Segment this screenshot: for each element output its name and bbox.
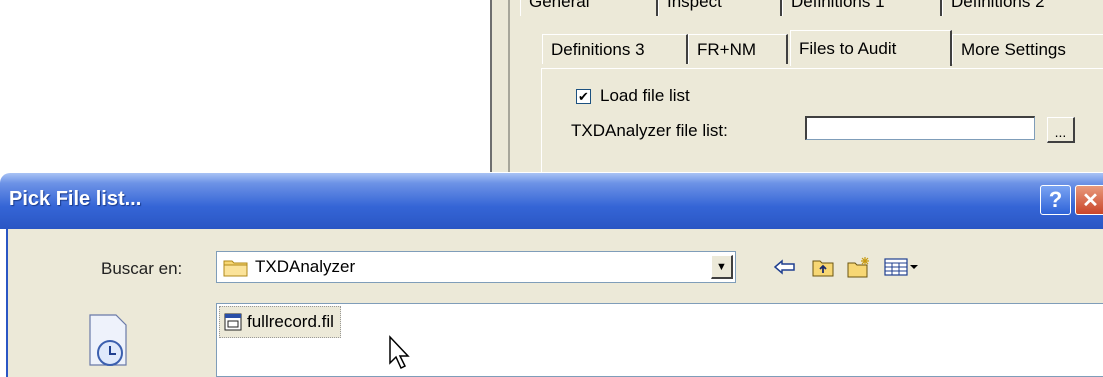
tab-definitions-1-label: Definitions 1: [791, 0, 885, 11]
chevron-down-icon[interactable]: ▼: [711, 255, 733, 279]
dialog-titlebar[interactable]: Pick File list... ? ✕: [0, 173, 1103, 229]
close-button[interactable]: ✕: [1075, 185, 1103, 215]
look-in-label: Buscar en:: [101, 259, 183, 278]
look-in-combo[interactable]: TXDAnalyzer ▼: [216, 251, 736, 283]
panel-edge: [508, 0, 510, 172]
tab-files-to-audit-label: Files to Audit: [799, 38, 897, 58]
file-list-icon: [224, 313, 242, 331]
new-folder-icon[interactable]: [846, 254, 872, 280]
file-list-label: TXDAnalyzer file list:: [571, 121, 728, 140]
tab-general-label: General: [529, 0, 590, 11]
dialog-body: Buscar en: TXDAnalyzer ▼ fullrecord.fil: [6, 229, 1103, 377]
tab-more-settings-label: More Settings: [961, 39, 1066, 59]
tab-more-settings[interactable]: More Settings: [952, 34, 1103, 64]
tab-definitions-3-label: Definitions 3: [551, 39, 645, 59]
folder-icon: [223, 257, 249, 277]
file-list-field[interactable]: [805, 116, 1035, 140]
look-in-value: TXDAnalyzer: [255, 257, 356, 276]
view-menu-icon[interactable]: [882, 254, 922, 280]
tab-fr-nm-label: FR+NM: [697, 39, 757, 59]
load-file-list-checkbox[interactable]: ✔: [576, 88, 591, 104]
list-item[interactable]: fullrecord.fil: [219, 306, 341, 338]
tab-fr-nm[interactable]: FR+NM: [688, 34, 788, 64]
file-list-view[interactable]: fullrecord.fil: [216, 303, 1103, 377]
tab-files-to-audit[interactable]: Files to Audit: [790, 30, 952, 66]
help-button[interactable]: ?: [1040, 185, 1071, 215]
pick-file-dialog: Pick File list... ? ✕ Buscar en: TXDAnal…: [0, 173, 1103, 377]
back-icon[interactable]: [772, 254, 798, 280]
load-file-list-label: Load file list: [600, 86, 690, 105]
tab-definitions-3[interactable]: Definitions 3: [542, 34, 688, 64]
tab-definitions-2[interactable]: Definitions 2: [942, 0, 1103, 16]
settings-window: General Inspect Definitions 1 Definition…: [490, 0, 1103, 179]
load-file-list-option[interactable]: ✔ Load file list: [576, 86, 690, 106]
tab-definitions-2-label: Definitions 2: [951, 0, 1045, 11]
up-folder-icon[interactable]: [810, 254, 836, 280]
recent-documents-icon[interactable]: [86, 313, 132, 367]
tab-inspect[interactable]: Inspect: [658, 0, 782, 16]
mouse-cursor-icon: [388, 335, 414, 371]
file-name: fullrecord.fil: [247, 312, 334, 331]
dialog-title: Pick File list...: [9, 188, 142, 210]
tab-definitions-1[interactable]: Definitions 1: [782, 0, 942, 16]
tab-general[interactable]: General: [520, 0, 658, 16]
browse-button[interactable]: ...: [1047, 117, 1075, 143]
tab-inspect-label: Inspect: [667, 0, 722, 11]
